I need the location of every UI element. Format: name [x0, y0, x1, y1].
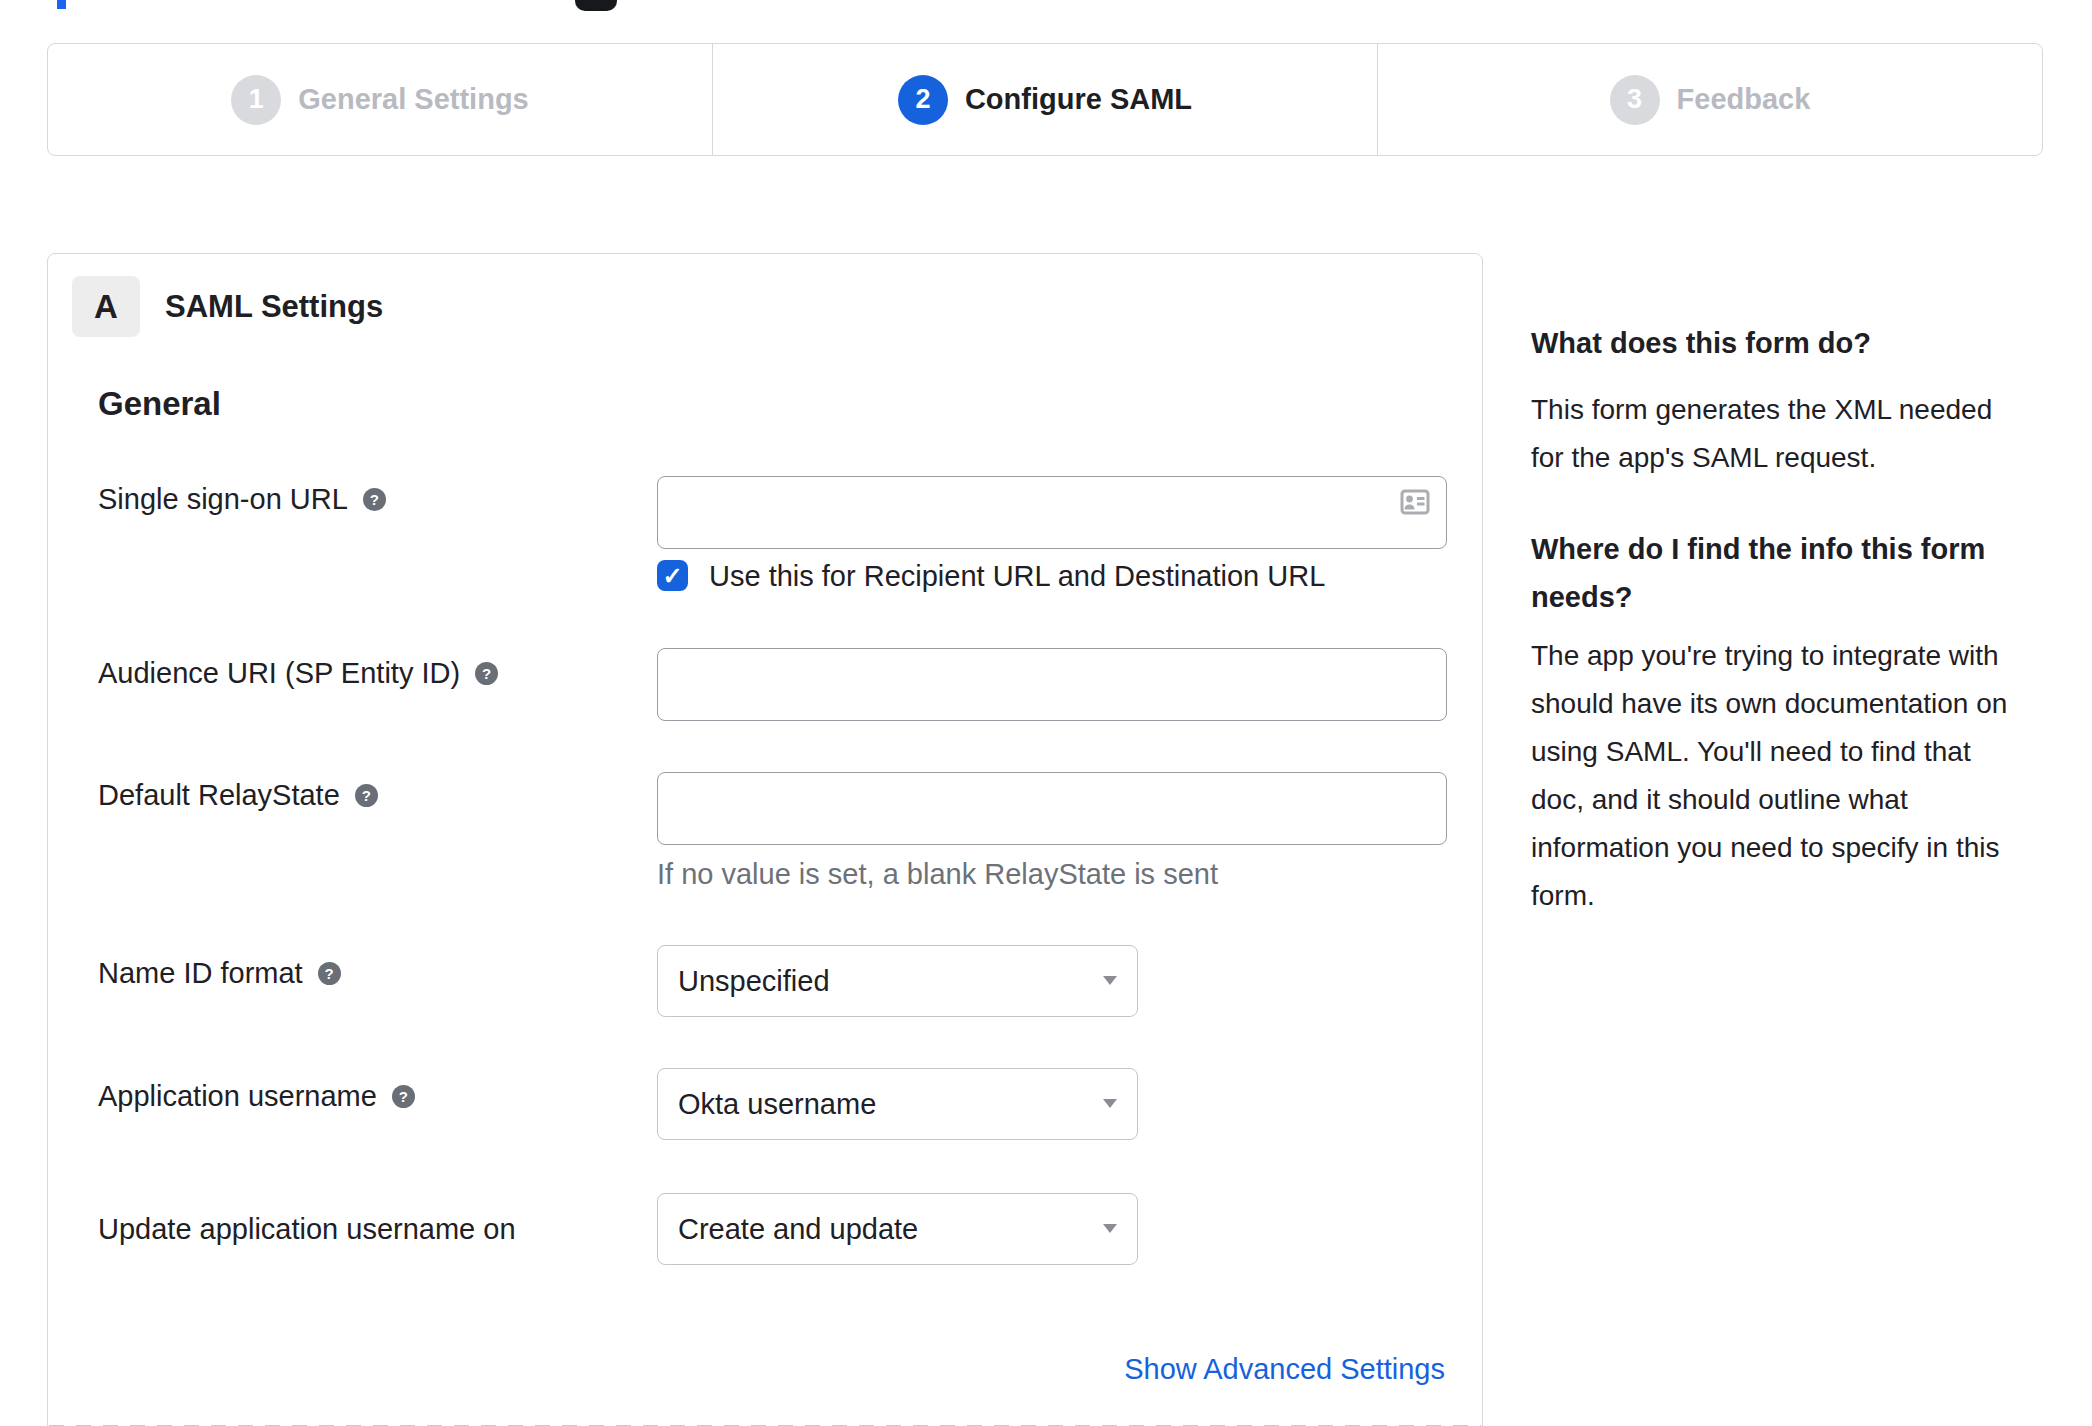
sso-url-help-icon[interactable]: ?: [363, 488, 386, 511]
saml-settings-panel: A SAML Settings General Single sign-on U…: [47, 253, 1483, 1426]
sidebar-heading-what: What does this form do?: [1531, 319, 2092, 367]
sidebar-paragraph-what: This form generates the XML needed for t…: [1531, 386, 2092, 482]
sidebar-heading-where: Where do I find the info this form needs…: [1531, 525, 2092, 621]
stepper-step-general-settings[interactable]: 1 General Settings: [48, 44, 712, 155]
stepper-step-feedback[interactable]: 3 Feedback: [1377, 44, 2042, 155]
audience-uri-label: Audience URI (SP Entity ID): [98, 657, 460, 690]
update-username-select[interactable]: Create and update: [657, 1193, 1138, 1265]
name-id-format-label: Name ID format: [98, 957, 303, 990]
step-2-number-badge: 2: [898, 75, 948, 125]
relay-state-input[interactable]: [657, 772, 1447, 845]
sso-url-input[interactable]: [657, 476, 1447, 549]
name-id-format-select[interactable]: Unspecified: [657, 945, 1138, 1017]
help-sidebar: What does this form do? This form genera…: [1531, 319, 2092, 920]
contact-card-icon[interactable]: [1400, 489, 1430, 515]
update-username-label-row: Update application username on: [98, 1212, 516, 1246]
section-a-badge: A: [72, 276, 140, 337]
audience-uri-help-icon[interactable]: ?: [475, 662, 498, 685]
use-for-recipient-destination-checkbox[interactable]: ✓: [657, 560, 688, 591]
step-1-number-badge: 1: [231, 75, 281, 125]
audience-uri-input[interactable]: [657, 648, 1447, 721]
relay-state-label: Default RelayState: [98, 779, 340, 812]
step-3-number-badge: 3: [1610, 75, 1660, 125]
use-for-recipient-destination-label: Use this for Recipient URL and Destinati…: [709, 559, 1325, 593]
stepper-step-configure-saml[interactable]: 2 Configure SAML: [712, 44, 1377, 155]
update-username-label: Update application username on: [98, 1213, 516, 1246]
update-username-value: Create and update: [678, 1213, 918, 1246]
step-3-label: Feedback: [1677, 83, 1811, 116]
application-username-value: Okta username: [678, 1088, 876, 1121]
page-top-cropped-dark-icon: [575, 0, 617, 11]
sso-url-label: Single sign-on URL: [98, 483, 348, 516]
audience-uri-label-row: Audience URI (SP Entity ID) ?: [98, 656, 498, 690]
step-1-label: General Settings: [298, 83, 528, 116]
sso-url-label-row: Single sign-on URL ?: [98, 482, 386, 516]
relay-state-help-icon[interactable]: ?: [355, 784, 378, 807]
application-username-label-row: Application username ?: [98, 1079, 415, 1113]
dropdown-caret-icon: [1103, 1099, 1117, 1108]
application-username-label: Application username: [98, 1080, 377, 1113]
panel-title: SAML Settings: [165, 287, 383, 327]
dropdown-caret-icon: [1103, 976, 1117, 985]
general-group-heading: General: [98, 384, 221, 424]
wizard-stepper: 1 General Settings 2 Configure SAML 3 Fe…: [47, 43, 2043, 156]
sidebar-paragraph-where: The app you're trying to integrate with …: [1531, 632, 2092, 920]
page-top-cropped-blue-element: [57, 0, 66, 9]
application-username-help-icon[interactable]: ?: [392, 1085, 415, 1108]
name-id-format-label-row: Name ID format ?: [98, 956, 341, 990]
name-id-format-help-icon[interactable]: ?: [318, 962, 341, 985]
show-advanced-settings-link[interactable]: Show Advanced Settings: [1124, 1352, 1445, 1386]
step-2-label: Configure SAML: [965, 83, 1192, 116]
dropdown-caret-icon: [1103, 1224, 1117, 1233]
application-username-select[interactable]: Okta username: [657, 1068, 1138, 1140]
relay-state-hint: If no value is set, a blank RelayState i…: [657, 857, 1218, 891]
relay-state-label-row: Default RelayState ?: [98, 778, 378, 812]
name-id-format-value: Unspecified: [678, 965, 830, 998]
